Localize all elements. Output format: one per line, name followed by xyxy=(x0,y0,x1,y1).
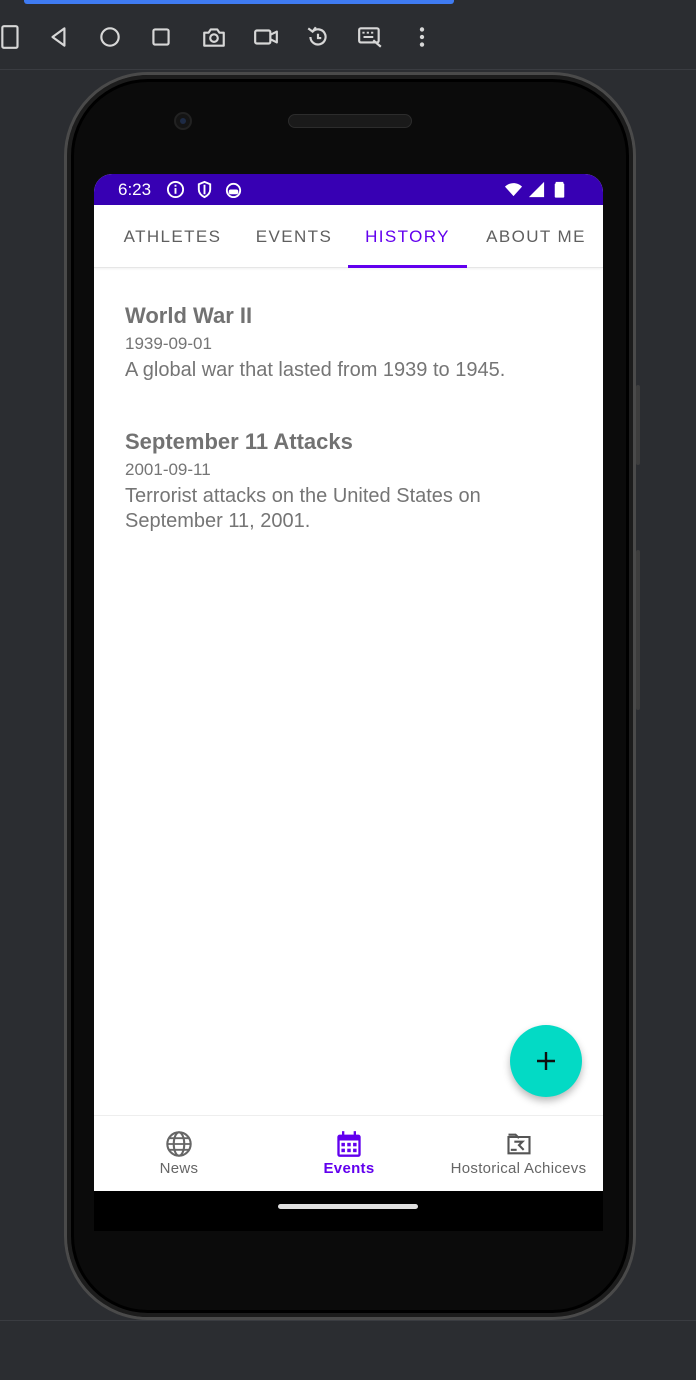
earpiece-speaker xyxy=(288,114,412,128)
wifi-icon xyxy=(504,180,523,199)
front-camera xyxy=(174,112,192,130)
event-description: A global war that lasted from 1939 to 19… xyxy=(125,359,506,381)
event-date: 2001-09-11 xyxy=(125,460,211,479)
event-title: World War II xyxy=(125,303,253,328)
plus-icon xyxy=(537,1052,555,1070)
shield-icon xyxy=(195,180,214,199)
back-triangle-icon[interactable] xyxy=(44,22,74,52)
event-description: Terrorist attacks on the United States o… xyxy=(125,485,481,532)
nav-item-historical[interactable]: Hostorical Achicevs xyxy=(434,1116,603,1191)
globe-icon xyxy=(166,1131,192,1157)
status-time: 6:23 xyxy=(118,180,152,199)
status-bar: 6:23 xyxy=(94,174,603,205)
nav-item-news[interactable]: News xyxy=(94,1116,264,1191)
volume-button[interactable] xyxy=(636,385,640,465)
emulator-toolbar xyxy=(0,0,696,70)
battery-icon xyxy=(550,180,569,199)
home-circle-icon[interactable] xyxy=(95,22,125,52)
app-screen: 6:23 ATHLETES EVENTS HISTORY ABOUT ME Wo… xyxy=(94,174,603,1191)
screen-bottom-bezel xyxy=(94,1191,603,1231)
home-gesture-bar[interactable] xyxy=(278,1204,418,1209)
tab-athletes[interactable]: ATHLETES xyxy=(110,205,235,268)
tab-events[interactable]: EVENTS xyxy=(239,205,349,268)
nav-label: News xyxy=(159,1160,199,1177)
signal-icon xyxy=(527,180,546,199)
more-vertical-icon[interactable] xyxy=(407,22,437,52)
nav-label: Events xyxy=(323,1160,375,1177)
tab-label: ABOUT ME xyxy=(486,226,586,246)
nav-item-events[interactable]: Events xyxy=(264,1116,434,1191)
android-face-icon xyxy=(224,180,243,199)
video-camera-icon[interactable] xyxy=(251,22,281,52)
top-tab-bar: ATHLETES EVENTS HISTORY ABOUT ME xyxy=(94,205,603,268)
add-event-button[interactable] xyxy=(510,1025,582,1097)
emulator-bottom-strip xyxy=(0,1320,696,1380)
loading-progress-bar xyxy=(24,0,454,4)
phone-rotate-icon[interactable] xyxy=(0,22,26,52)
list-item[interactable]: September 11 Attacks 2001-09-11 Terroris… xyxy=(125,428,565,534)
tab-indicator xyxy=(348,265,467,268)
tab-history[interactable]: HISTORY xyxy=(348,205,467,268)
tab-about-me[interactable]: ABOUT ME xyxy=(474,205,598,268)
keyboard-icon[interactable] xyxy=(355,22,385,52)
historical-icon xyxy=(506,1133,531,1155)
info-icon xyxy=(166,180,185,199)
nav-label: Hostorical Achicevs xyxy=(450,1160,587,1177)
tab-label: HISTORY xyxy=(365,226,450,246)
power-button[interactable] xyxy=(636,550,640,710)
tab-label: EVENTS xyxy=(255,226,333,246)
bottom-navigation: News Events Hostorical Achicevs xyxy=(94,1115,603,1191)
event-title: September 11 Attacks xyxy=(125,429,353,454)
list-item[interactable]: World War II 1939-09-01 A global war tha… xyxy=(125,302,565,383)
calendar-icon xyxy=(337,1131,361,1157)
restore-icon[interactable] xyxy=(303,22,333,52)
tab-label: ATHLETES xyxy=(123,226,222,246)
camera-icon[interactable] xyxy=(199,22,229,52)
event-date: 1939-09-01 xyxy=(125,334,212,353)
overview-square-icon[interactable] xyxy=(146,22,176,52)
